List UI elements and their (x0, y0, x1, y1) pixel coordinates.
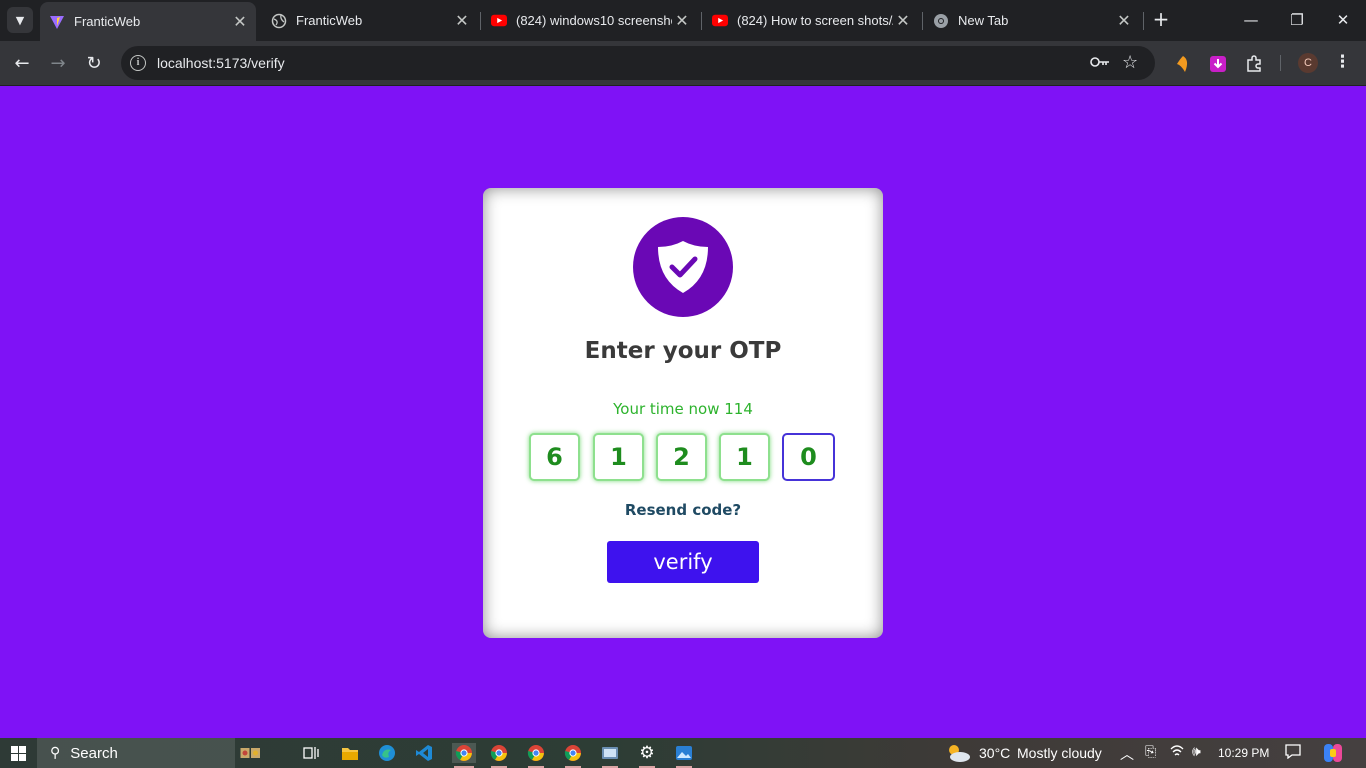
windows-taskbar: ⚲ Search ⚙ 30°C Mostly cloudy ︿ ⎘ 🕪 10:2… (0, 738, 1366, 768)
vscode-icon[interactable] (414, 743, 434, 763)
youtube-icon (491, 13, 507, 29)
chevron-down-icon: ▼ (15, 13, 25, 27)
close-tab-icon[interactable]: ✕ (893, 11, 913, 31)
notification-icon[interactable] (1285, 744, 1301, 763)
weather-cloudy-icon[interactable] (945, 743, 971, 763)
restore-button[interactable]: ❐ (1274, 0, 1320, 40)
close-window-button[interactable]: ✕ (1320, 0, 1366, 40)
chrome-icon[interactable] (489, 743, 509, 768)
close-tab-icon[interactable]: ✕ (1114, 11, 1134, 31)
clock[interactable]: 10:29 PM (1218, 746, 1269, 760)
profile-avatar[interactable]: C (1298, 53, 1318, 73)
taskbar-search-box[interactable]: ⚲ Search (37, 738, 235, 768)
tab-franticweb-active[interactable]: FranticWeb ✕ (40, 2, 256, 41)
extension-orange-icon[interactable] (1173, 54, 1193, 74)
edge-icon[interactable] (377, 743, 397, 763)
otp-digit-input[interactable]: 1 (719, 433, 770, 481)
otp-digit-input[interactable]: 2 (656, 433, 707, 481)
extensions-puzzle-icon[interactable] (1244, 54, 1264, 74)
copilot-icon[interactable] (1322, 742, 1344, 768)
bookmark-star-icon[interactable]: ☆ (1122, 52, 1138, 73)
close-tab-icon[interactable]: ✕ (672, 11, 692, 31)
vite-icon (49, 14, 65, 30)
verify-button[interactable]: verify (607, 541, 759, 583)
otp-input-group: 6 1 2 1 0 (529, 433, 839, 483)
close-tab-icon[interactable]: ✕ (230, 12, 250, 32)
toolbar-divider (1280, 55, 1281, 71)
news-widget-icon[interactable] (240, 743, 260, 763)
countdown-timer: Your time now 114 (613, 400, 753, 418)
chrome-icon (933, 13, 949, 29)
otp-digit-input[interactable]: 1 (593, 433, 644, 481)
address-bar[interactable]: i localhost:5173/verify ☆ (121, 46, 1155, 80)
new-tab-button[interactable]: + (1150, 8, 1172, 32)
chrome-active-icon[interactable] (452, 743, 476, 768)
tab-strip: ▼ FranticWeb ✕ FranticWeb ✕ (824) window… (0, 0, 1366, 41)
weather-temperature[interactable]: 30°C (979, 745, 1010, 761)
photos-icon[interactable] (674, 743, 694, 768)
chrome-profile-icon[interactable] (563, 743, 583, 768)
tab-separator (701, 12, 702, 30)
back-arrow-icon[interactable]: ← (8, 50, 36, 78)
otp-card: Enter your OTP Your time now 114 6 1 2 1… (483, 188, 883, 638)
more-menu-icon[interactable]: ⋮ (1334, 52, 1351, 72)
resend-code-link[interactable]: Resend code? (483, 501, 883, 519)
file-explorer-icon[interactable] (340, 743, 360, 763)
weather-description[interactable]: Mostly cloudy (1017, 745, 1102, 761)
forward-arrow-icon[interactable]: → (44, 50, 72, 78)
wifi-icon[interactable] (1170, 744, 1184, 762)
tab-franticweb[interactable]: FranticWeb ✕ (262, 4, 478, 37)
volume-icon[interactable]: 🕪 (1192, 744, 1201, 760)
globe-icon (271, 13, 287, 29)
tab-separator (922, 12, 923, 30)
tab-search-button[interactable]: ▼ (7, 7, 33, 33)
task-view-icon[interactable] (302, 743, 322, 763)
password-key-icon[interactable] (1090, 54, 1110, 72)
shield-check-icon (633, 217, 733, 317)
url-text[interactable]: localhost:5173/verify (157, 55, 285, 71)
tab-youtube-windows10[interactable]: (824) windows10 screenshot ✕ (482, 4, 698, 37)
browser-toolbar: ← → ↻ i localhost:5173/verify ☆ (0, 41, 1366, 86)
youtube-icon (712, 13, 728, 29)
tab-new-tab[interactable]: New Tab ✕ (924, 4, 1140, 37)
page-title: Enter your OTP (584, 338, 782, 364)
minimize-button[interactable]: — (1228, 0, 1274, 40)
snipping-tool-icon[interactable] (600, 743, 620, 768)
tab-separator (480, 12, 481, 30)
download-extension-icon[interactable] (1208, 54, 1228, 74)
windows-start-icon[interactable] (11, 746, 26, 761)
settings-gear-icon[interactable]: ⚙ (637, 743, 657, 768)
reload-icon[interactable]: ↻ (80, 50, 108, 78)
meet-now-icon[interactable]: ⎘ (1145, 744, 1156, 760)
close-tab-icon[interactable]: ✕ (452, 11, 472, 31)
site-info-icon[interactable]: i (130, 55, 146, 71)
chrome-profile-icon[interactable] (526, 743, 546, 768)
otp-digit-input[interactable]: 0 (782, 433, 835, 481)
tab-separator (1143, 12, 1144, 30)
tab-youtube-screenshots[interactable]: (824) How to screen shots// ✕ (703, 4, 919, 37)
chevron-up-icon[interactable]: ︿ (1120, 744, 1134, 764)
search-icon: ⚲ (50, 745, 61, 761)
otp-digit-input[interactable]: 6 (529, 433, 580, 481)
